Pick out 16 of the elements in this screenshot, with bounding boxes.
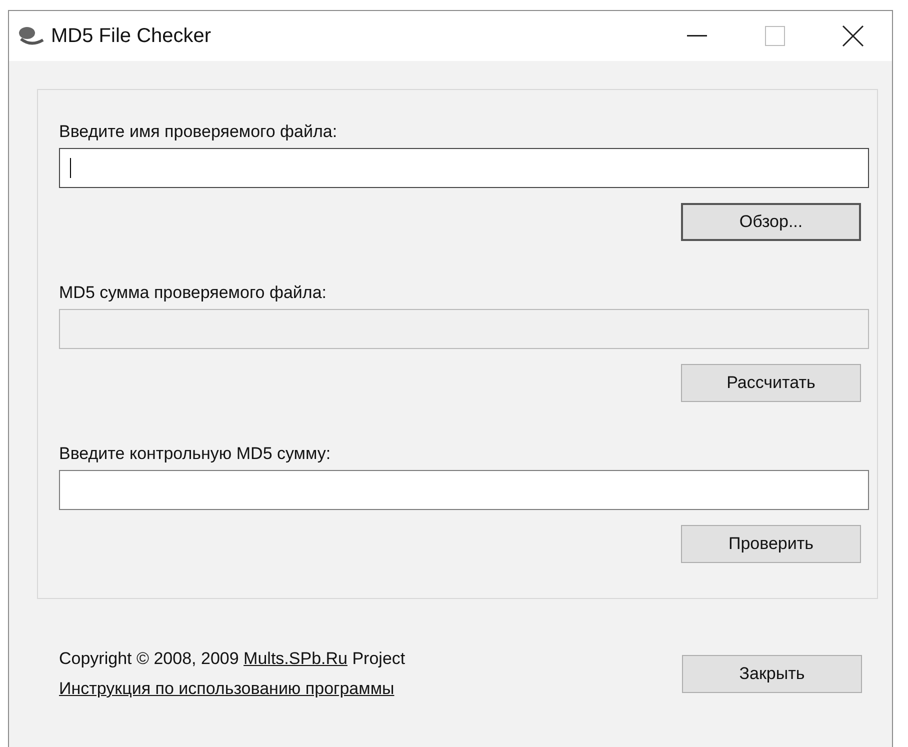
window-title: MD5 File Checker xyxy=(51,24,212,48)
maximize-icon xyxy=(765,26,785,46)
close-icon xyxy=(842,25,864,47)
copyright-text: Copyright © 2008, 2009 Mults.SPb.Ru Project xyxy=(59,649,406,669)
action-button[interactable]: Обзор... xyxy=(681,203,861,241)
input-field[interactable] xyxy=(59,470,869,510)
help-link[interactable]: Инструкция по использованию программы xyxy=(59,679,406,699)
input-field[interactable] xyxy=(59,148,869,188)
site-link[interactable]: Mults.SPb.Ru xyxy=(244,649,348,668)
action-button[interactable]: Проверить xyxy=(681,525,861,563)
field-label: Введите контрольную MD5 сумму: xyxy=(59,444,332,464)
minimize-icon xyxy=(687,35,707,37)
field-label: MD5 сумма проверяемого файла: xyxy=(59,283,328,303)
field-label: Введите имя проверяемого файла: xyxy=(59,122,338,142)
close-dialog-button[interactable]: Закрыть xyxy=(682,655,862,693)
app-icon xyxy=(17,25,45,47)
